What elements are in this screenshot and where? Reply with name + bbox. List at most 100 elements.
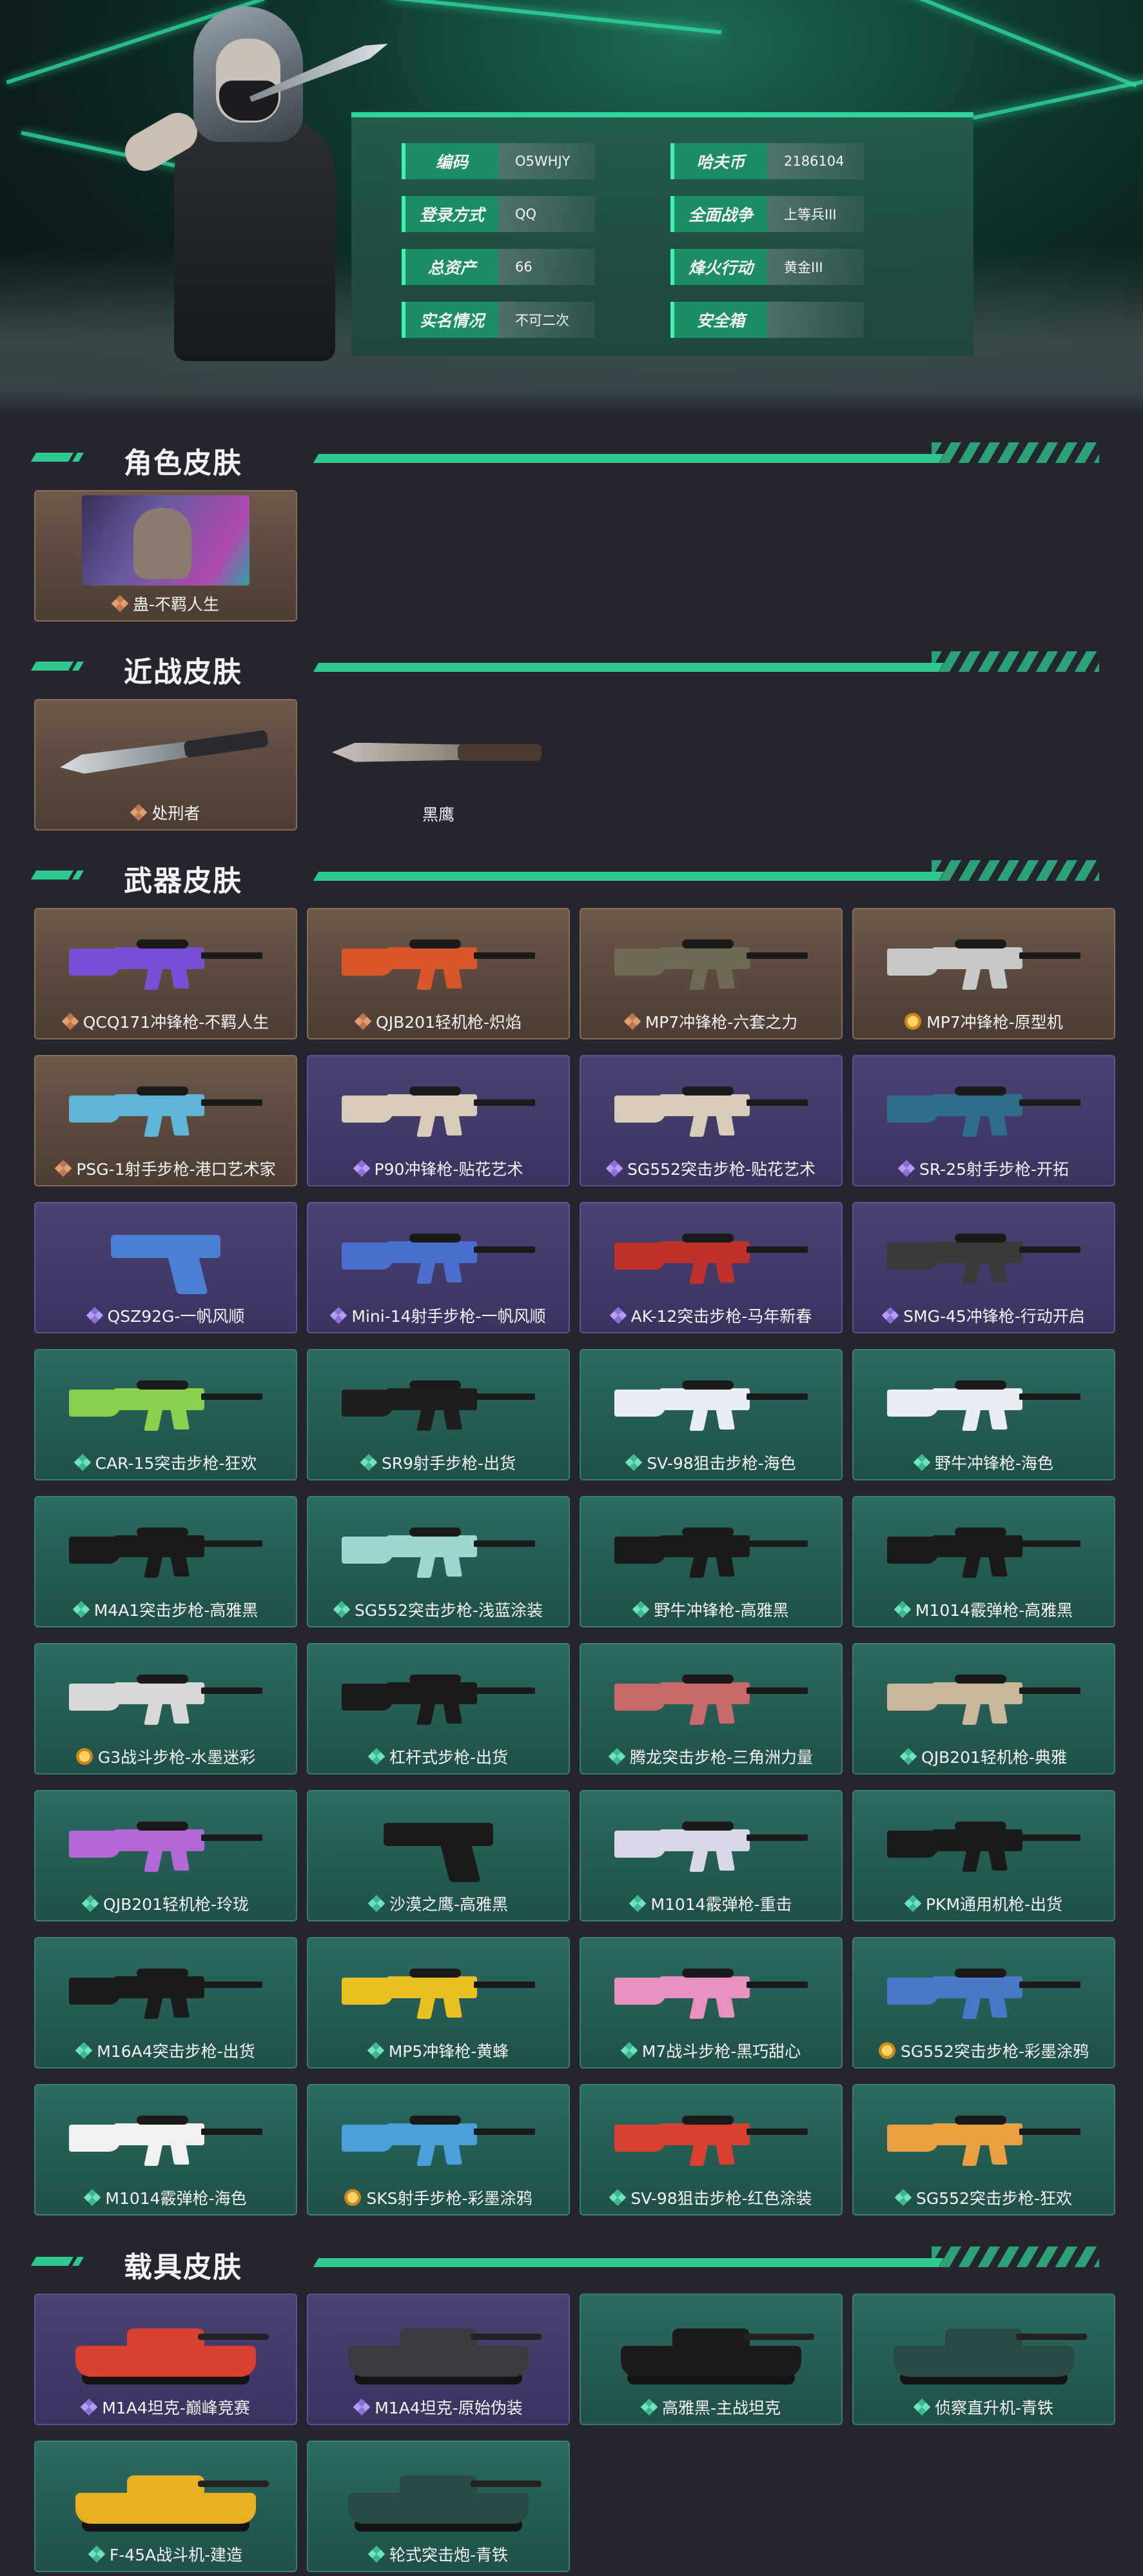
weapon-skin-card[interactable]: 野牛冲锋枪-海色 — [852, 1349, 1115, 1480]
weapon-skin-card[interactable]: QJB201轻机枪-典雅 — [852, 1643, 1115, 1775]
gun-icon — [342, 1522, 535, 1580]
rarity-diamond-icon — [367, 2545, 386, 2563]
rarity-diamond-icon — [73, 1453, 91, 1471]
weapon-skin-card[interactable]: QCQ171冲锋枪-不羁人生 — [34, 908, 297, 1039]
info-login: 登录方式 QQ — [402, 196, 595, 232]
weapon-skin-card[interactable]: AK-12突击步枪-马年新春 — [580, 1202, 843, 1333]
skin-name-label: SKS射手步枪-彩墨涂鸦 — [308, 2186, 569, 2209]
weapon-skin-card[interactable]: CAR-15突击步枪-狂欢 — [34, 1349, 297, 1480]
weapon-skin-card[interactable]: PSG-1射手步枪-港口艺术家 — [34, 1055, 297, 1186]
info-value: 2186104 — [767, 143, 864, 179]
rarity-diamond-icon — [55, 1159, 72, 1177]
neon-beam — [848, 0, 1137, 88]
melee-skin-card[interactable]: 处刑者 — [34, 699, 297, 831]
skin-name-label: 轮式突击炮-青铁 — [308, 2542, 569, 2566]
weapon-skin-card[interactable]: SR9射手步枪-出货 — [307, 1349, 570, 1480]
info-warfare-rank: 全面战争 上等兵III — [670, 196, 864, 232]
weapon-skin-card[interactable]: 杠杆式步枪-出货 — [307, 1643, 570, 1775]
rarity-diamond-icon — [81, 1894, 99, 1912]
skin-name: QJB201轻机枪-玲珑 — [103, 1895, 249, 1914]
weapon-skin-card[interactable]: M1014霰弹枪-高雅黑 — [852, 1496, 1115, 1627]
weapon-skin-card[interactable]: SV-98狙击步枪-海色 — [580, 1349, 843, 1480]
skin-name-label: QJB201轻机枪-玲珑 — [35, 1892, 296, 1915]
skin-name-label: M1A4坦克-原始伪装 — [308, 2395, 569, 2419]
vehicle-skin-card[interactable]: 侦察直升机-青铁 — [852, 2294, 1115, 2425]
skin-name: 沙漠之鹰-高雅黑 — [389, 1895, 509, 1914]
gun-icon — [614, 1816, 808, 1874]
weapon-skin-card[interactable]: M16A4突击步枪-出货 — [34, 1937, 297, 2069]
gun-icon — [614, 1081, 808, 1139]
rarity-diamond-icon — [894, 1600, 912, 1618]
weapon-skin-card[interactable]: SG552突击步枪-狂欢 — [852, 2084, 1115, 2216]
rarity-diamond-icon — [111, 595, 129, 613]
skin-name: 轮式突击炮-青铁 — [389, 2546, 509, 2564]
skin-name-label: SG552突击步枪-贴花艺术 — [581, 1157, 841, 1180]
rarity-diamond-icon — [609, 2188, 627, 2207]
melee-skin-card[interactable]: 黑鹰 — [307, 699, 570, 831]
gun-icon — [887, 1228, 1080, 1286]
weapon-skin-card[interactable]: SG552突击步枪-贴花艺术 — [580, 1055, 843, 1186]
vehicle-skin-card[interactable]: F-45A战斗机-建造 — [34, 2441, 297, 2572]
rarity-diamond-icon — [367, 1747, 386, 1765]
skin-name-label: SMG-45冲锋枪-行动开启 — [854, 1304, 1114, 1327]
info-label: 编码 — [402, 143, 498, 179]
weapon-skin-card[interactable]: QSZ92G-一帆风顺 — [34, 1202, 297, 1333]
weapon-skin-card[interactable]: SG552突击步枪-彩墨涂鸦 — [852, 1937, 1115, 2069]
weapon-skin-card[interactable]: 野牛冲锋枪-高雅黑 — [580, 1496, 843, 1627]
weapon-skin-card[interactable]: PKM通用机枪-出货 — [852, 1790, 1115, 1922]
gun-icon — [887, 1669, 1080, 1727]
weapon-skin-card[interactable]: P90冲锋枪-贴花艺术 — [307, 1055, 570, 1186]
weapon-skin-card[interactable]: 腾龙突击步枪-三角洲力量 — [580, 1643, 843, 1775]
rarity-diamond-icon — [913, 2398, 931, 2416]
vehicle-skin-card[interactable]: M1A4坦克-巅峰竞赛 — [34, 2294, 297, 2425]
rarity-diamond-icon — [61, 1012, 79, 1030]
vehicle-skin-card[interactable]: 轮式突击炮-青铁 — [307, 2441, 570, 2572]
vehicle-icon — [69, 2310, 269, 2388]
weapon-skin-card[interactable]: SR-25射手步枪-开拓 — [852, 1055, 1115, 1186]
weapon-skin-card[interactable]: M7战斗步枪-黑巧甜心 — [580, 1937, 843, 2069]
gun-icon — [614, 934, 808, 992]
weapon-skin-card[interactable]: MP7冲锋枪-六套之力 — [580, 908, 843, 1039]
weapon-skin-card[interactable]: 沙漠之鹰-高雅黑 — [307, 1790, 570, 1922]
info-label: 烽火行动 — [670, 249, 767, 285]
skin-name-label: QJB201轻机枪-典雅 — [854, 1745, 1114, 1768]
info-label: 实名情况 — [402, 302, 498, 338]
weapon-skin-card[interactable]: M4A1突击步枪-高雅黑 — [34, 1496, 297, 1627]
weapon-skin-card[interactable]: G3战斗步枪-水墨迷彩 — [34, 1643, 297, 1775]
gun-icon — [887, 1375, 1080, 1433]
account-info-panel: 编码 O5WHJY 哈夫币 2186104 登录方式 QQ 全面战争 上等兵II… — [351, 112, 973, 356]
rarity-diamond-icon — [632, 1600, 650, 1618]
vehicle-skin-card[interactable]: M1A4坦克-原始伪装 — [307, 2294, 570, 2425]
skin-name-label: MP7冲锋枪-六套之力 — [581, 1010, 841, 1033]
skin-name: QJB201轻机枪-炽焰 — [376, 1013, 522, 1032]
info-value: 66 — [498, 249, 595, 285]
weapon-skin-card[interactable]: QJB201轻机枪-玲珑 — [34, 1790, 297, 1922]
weapon-skin-card[interactable]: SG552突击步枪-浅蓝涂装 — [307, 1496, 570, 1627]
skin-name-label: M1014霰弹枪-重击 — [581, 1892, 841, 1915]
vehicle-skin-card[interactable]: 高雅黑-主战坦克 — [580, 2294, 843, 2425]
gun-icon — [69, 934, 262, 992]
gun-icon — [614, 1963, 808, 2021]
skin-name-label: M16A4突击步枪-出货 — [35, 2039, 296, 2062]
account-header: 编码 O5WHJY 哈夫币 2186104 登录方式 QQ 全面战争 上等兵II… — [0, 0, 1143, 416]
weapon-skin-card[interactable]: M1014霰弹枪-重击 — [580, 1790, 843, 1922]
weapon-skin-card[interactable]: MP7冲锋枪-原型机 — [852, 908, 1115, 1039]
gun-icon — [69, 1963, 262, 2021]
weapon-skin-card[interactable]: Mini-14射手步枪-一帆风顺 — [307, 1202, 570, 1333]
weapon-skin-card[interactable]: SKS射手步枪-彩墨涂鸦 — [307, 2084, 570, 2216]
weapon-skin-card[interactable]: M1014霰弹枪-海色 — [34, 2084, 297, 2216]
skin-name-label: PKM通用机枪-出货 — [854, 1892, 1114, 1915]
skin-name-label: 高雅黑-主战坦克 — [581, 2395, 841, 2419]
weapon-skin-card[interactable]: SV-98狙击步枪-红色涂装 — [580, 2084, 843, 2216]
character-skin-card[interactable]: 蛊-不羁人生 — [34, 490, 297, 622]
info-label: 登录方式 — [402, 196, 498, 232]
gun-icon — [887, 1816, 1080, 1874]
info-realname: 实名情况 不可二次 — [402, 302, 595, 338]
gun-icon — [69, 1522, 262, 1580]
weapon-skin-card[interactable]: QJB201轻机枪-炽焰 — [307, 908, 570, 1039]
weapon-skin-card[interactable]: SMG-45冲锋枪-行动开启 — [852, 1202, 1115, 1333]
skin-name-label: SG552突击步枪-彩墨涂鸦 — [854, 2039, 1114, 2062]
rarity-diamond-icon — [86, 1306, 103, 1324]
vehicle-icon — [69, 2457, 269, 2535]
weapon-skin-card[interactable]: MP5冲锋枪-黄蜂 — [307, 1937, 570, 2069]
